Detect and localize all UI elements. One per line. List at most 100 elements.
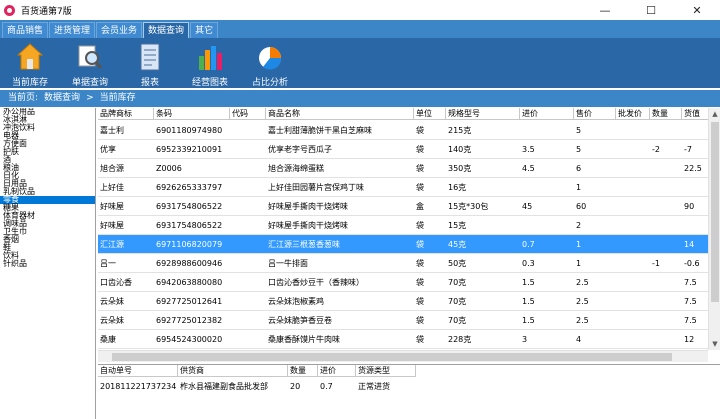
vertical-scrollbar[interactable]: ▲ ▼ (708, 108, 720, 350)
table-cell: 1.5 (522, 278, 535, 287)
menu-bar: 商品销售 进货管理 会员业务 数据查询 其它 (0, 20, 720, 38)
detail-grid[interactable]: 自动单号 供货商 数量 进价 货源类型 201811221737234 柞水县福建副食品批发… (98, 364, 720, 419)
table-cell (616, 330, 650, 349)
ratio-analysis-button[interactable]: 占比分析 (244, 38, 296, 88)
table-cell: 好味屋手撕肉干烧烤味 (268, 221, 348, 230)
table-row[interactable]: 汇江源 6971106820079 汇江源三根葱香葱味袋 45克 0.7 1 14 (98, 235, 708, 254)
tab-other[interactable]: 其它 (190, 22, 219, 38)
table-cell: 上好佳 (100, 183, 124, 192)
table-cell: 5 (576, 145, 582, 154)
order-query-label: 单据查询 (71, 78, 108, 88)
table-cell: 优享老字号西瓜子 (268, 145, 332, 154)
table-row[interactable]: 云朵妹 6927725012382 云朵妹脆笋香豆卷袋 70克 1.5 2.5 7.5 (98, 311, 708, 330)
category-list[interactable]: 办公用品 冰淇淋 冲泡饮料 电器 方便面 护肤酒粮油 日化 日用品 乳制饮品 零食 糖果 体育器材 调味… (0, 108, 96, 419)
column-header[interactable]: 单位 (414, 108, 446, 120)
table-row[interactable]: 上好佳 6926265333797 上好佳田园薯片宫保鸡丁味 袋 16克 1 (98, 178, 708, 197)
table-cell: 0.7 (522, 240, 535, 249)
table-cell (650, 159, 682, 178)
detail-column-header[interactable]: 数量 (288, 365, 318, 377)
column-header[interactable]: 进价 (520, 108, 574, 120)
detail-column-header[interactable]: 供货商 (178, 365, 288, 377)
column-header[interactable]: 品牌商标 (98, 108, 154, 120)
tab-sales[interactable]: 商品销售 (2, 22, 49, 38)
maximize-button[interactable]: ☐ (628, 0, 674, 20)
scroll-thumb[interactable] (711, 122, 719, 302)
table-cell: 6 (576, 164, 582, 173)
table-cell (230, 216, 266, 235)
hscroll-thumb[interactable] (112, 353, 672, 361)
column-header[interactable]: 售价 (574, 108, 616, 120)
detail-column-header[interactable]: 自动单号 (98, 365, 178, 377)
table-cell (616, 159, 650, 178)
home-icon (17, 43, 43, 70)
detail-column-header[interactable]: 货源类型 (356, 365, 416, 377)
table-row[interactable]: 吕一 6928988600946 吕一牛排面袋 50克 0.3 1 -1 -0.6 (98, 254, 708, 273)
table-cell: 6971106820079 (156, 240, 223, 249)
report-button[interactable]: 报表 (124, 38, 176, 88)
table-cell (616, 311, 650, 330)
table-cell: 3.5 (522, 145, 535, 154)
tab-member[interactable]: 会员业务 (96, 22, 143, 38)
table-cell: 4.5 (522, 164, 535, 173)
table-cell (650, 216, 682, 235)
table-cell (650, 273, 682, 292)
ratio-analysis-label: 占比分析 (251, 78, 288, 88)
column-header[interactable]: 商品名称 (266, 108, 414, 120)
table-cell: 袋 (416, 278, 424, 287)
table-row[interactable]: 嘉士利 6901180974980 嘉士利甜薄脆饼干黑白芝麻味 袋 215克 5 (98, 121, 708, 140)
table-cell (616, 292, 650, 311)
current-stock-button[interactable]: 当前库存 (4, 38, 56, 88)
stock-grid[interactable]: 品牌商标 条码 代码 商品名称 单位 规格型号 进价 售价 批发价 数量 货值 嘉士利 6901180… (98, 108, 720, 350)
category-item[interactable]: 香烟 (0, 236, 95, 244)
category-item[interactable]: 针织品 (0, 260, 95, 268)
table-row[interactable]: 好味屋 6931754806522 好味屋手撕肉干烧烤味盒 15克*30包 45 60 90 (98, 197, 708, 216)
table-cell (230, 121, 266, 140)
table-cell (230, 292, 266, 311)
table-cell: 3 (522, 335, 528, 344)
minimize-button[interactable]: — (582, 0, 628, 20)
table-row[interactable]: 旭合源 Z0006 旭合源海绵蛋糕袋 350克 4.5 6 22.5 (98, 159, 708, 178)
breadcrumb-section[interactable]: 数据查询 (44, 93, 80, 103)
tab-purchase[interactable]: 进货管理 (49, 22, 96, 38)
table-cell (230, 254, 266, 273)
table-row[interactable]: 优享 6952339210091 优享老字号西瓜子袋 140克 3.5 5 -2 -7 (98, 140, 708, 159)
order-query-button[interactable]: 单据查询 (64, 38, 116, 88)
scroll-up-icon[interactable]: ▲ (709, 108, 720, 120)
title-bar: 百货通第7版 — ☐ ✕ (0, 0, 720, 20)
table-cell: 袋 (416, 221, 424, 230)
column-header[interactable]: 条码 (154, 108, 230, 120)
table-cell: 袋 (416, 259, 424, 268)
table-cell (650, 197, 682, 216)
category-item[interactable]: 护肤 (0, 148, 95, 156)
table-cell: 袋 (416, 145, 424, 154)
table-cell (230, 311, 266, 330)
table-cell: 350克 (448, 164, 472, 173)
horizontal-scrollbar[interactable] (98, 350, 708, 362)
tab-data-query[interactable]: 数据查询 (143, 22, 190, 38)
table-cell: 好味屋 (100, 221, 124, 230)
table-cell: 45克 (448, 240, 467, 249)
table-row[interactable]: 桑康 6954524300020 桑康香酥馍片牛肉味袋 228克 3 4 12 (98, 330, 708, 349)
column-header[interactable]: 批发价 (616, 108, 650, 120)
table-cell: 吕一 (100, 259, 116, 268)
table-cell (230, 140, 266, 159)
current-stock-label: 当前库存 (11, 78, 48, 88)
table-row[interactable]: 口齿沁香 6942063880080 口齿沁香炒豆干（香辣味）袋 70克 1.5 2.5 7… (98, 273, 708, 292)
window-title: 百货通第7版 (21, 6, 72, 17)
column-header[interactable]: 数量 (650, 108, 682, 120)
detail-cell: 201811221737234 (100, 382, 177, 391)
table-cell (650, 235, 682, 254)
table-cell: 好味屋 (100, 202, 124, 211)
table-cell: 70克 (448, 278, 467, 287)
table-row[interactable]: 云朵妹 6927725012641 云朵妹泡椒素鸡袋 70克 1.5 2.5 7.5 (98, 292, 708, 311)
business-chart-button[interactable]: 经营图表 (184, 38, 236, 88)
table-cell: 口齿沁香炒豆干（香辣味） (268, 278, 364, 287)
close-button[interactable]: ✕ (674, 0, 720, 20)
column-header[interactable]: 代码 (230, 108, 266, 120)
detail-column-header[interactable]: 进价 (318, 365, 356, 377)
table-row[interactable]: 好味屋 6931754806522 好味屋手撕肉干烧烤味 袋 15克 2 (98, 216, 708, 235)
table-cell: 6931754806522 (156, 221, 223, 230)
column-header[interactable]: 规格型号 (446, 108, 520, 120)
scroll-down-icon[interactable]: ▼ (709, 338, 720, 350)
table-cell: 2.5 (576, 297, 589, 306)
